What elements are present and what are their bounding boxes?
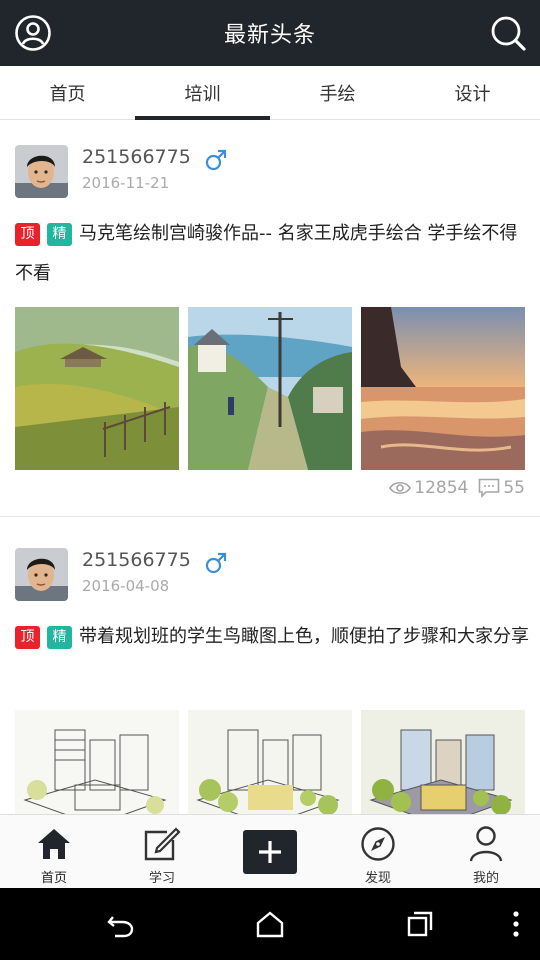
more-vertical-icon (513, 911, 519, 937)
recents-icon (407, 911, 433, 937)
avatar[interactable] (15, 145, 68, 198)
post-images (15, 307, 525, 470)
nav-study-label: 学习 (148, 871, 175, 886)
nav-home-label: 首页 (40, 871, 67, 886)
view-count: 12854 (414, 478, 469, 498)
top-badge: 顶 (15, 626, 40, 649)
username[interactable]: 251566775 (82, 549, 191, 571)
nav-home[interactable]: 首页 (0, 815, 108, 889)
feed-post[interactable]: 251566775 2016-11-21 顶精马克笔绘制宫崎骏作品-- 名家王成… (0, 120, 540, 517)
nav-discover[interactable]: 发现 (324, 815, 432, 889)
comment-count: 55 (503, 478, 525, 498)
post-title-text: 带着规划班的学生鸟瞰图上色，顺便拍了步骤和大家分享 (79, 626, 529, 647)
post-date: 2016-11-21 (82, 174, 170, 192)
system-home-icon (256, 911, 284, 938)
category-tabs: 首页 培训 手绘 设计 (0, 66, 540, 120)
nav-discover-label: 发现 (364, 871, 391, 886)
feed-post[interactable]: 251566775 2016-04-08 顶精带着规划班的学生鸟瞰图上色，顺便拍… (0, 517, 540, 814)
nav-create[interactable] (216, 815, 324, 889)
post-images (15, 710, 525, 814)
back-button[interactable] (104, 908, 136, 940)
post-title[interactable]: 顶精带着规划班的学生鸟瞰图上色，顺便拍了步骤和大家分享 (15, 617, 530, 657)
male-icon (205, 149, 227, 171)
home-icon (38, 829, 70, 859)
recents-button[interactable] (404, 908, 436, 940)
plus-icon (259, 841, 281, 863)
search-icon (491, 16, 526, 51)
hillside-street-illustration[interactable] (188, 307, 352, 470)
edit-icon (144, 827, 181, 861)
profile-icon (15, 15, 51, 51)
page-title: 最新头条 (223, 23, 316, 48)
compass-icon (361, 827, 395, 861)
app-root: 最新头条 首页 培训 手绘 设计 251566775 2016-11-21 顶 … (0, 0, 540, 960)
sunset-beach-watercolor[interactable] (361, 307, 525, 470)
bottom-nav: 首页 学习 发现 我的 (0, 814, 540, 888)
post-title[interactable]: 顶精马克笔绘制宫崎骏作品-- 名家王成虎手绘合 学手绘不得不看 (15, 214, 530, 294)
aerial-sketch-partial-color[interactable] (188, 710, 352, 814)
username[interactable]: 251566775 (82, 146, 191, 168)
countryside-field-illustration[interactable] (15, 307, 179, 470)
featured-badge: 精 (47, 626, 72, 649)
featured-badge: 精 (47, 223, 72, 246)
back-icon (107, 916, 134, 938)
tab-handdrawing[interactable]: 手绘 (270, 66, 405, 120)
post-stats: 12854 55 (389, 478, 525, 498)
news-feed[interactable]: 251566775 2016-11-21 顶精马克笔绘制宫崎骏作品-- 名家王成… (0, 120, 540, 814)
aerial-sketch-full-color[interactable] (361, 710, 525, 814)
aerial-sketch-lineart[interactable] (15, 710, 179, 814)
overflow-menu-button[interactable] (500, 908, 532, 940)
nav-mine-label: 我的 (472, 871, 499, 886)
eye-icon (389, 481, 412, 495)
system-nav-bar (0, 888, 540, 960)
top-badge: 顶 (15, 223, 40, 246)
post-date: 2016-04-08 (82, 577, 170, 595)
tab-design[interactable]: 设计 (405, 66, 540, 120)
search-button[interactable] (488, 13, 528, 53)
user-icon (469, 826, 503, 862)
top-bar: 最新头条 (0, 0, 540, 66)
profile-button[interactable] (13, 13, 53, 53)
tab-training[interactable]: 培训 (135, 66, 270, 120)
comment-icon (479, 478, 500, 498)
nav-study[interactable]: 学习 (108, 815, 216, 889)
male-icon (205, 552, 227, 574)
create-button[interactable] (243, 830, 297, 874)
avatar[interactable] (15, 548, 68, 601)
home-system-button[interactable] (254, 908, 286, 940)
tab-home[interactable]: 首页 (0, 66, 135, 120)
nav-mine[interactable]: 我的 (432, 815, 540, 889)
post-title-text: 马克笔绘制宫崎骏作品-- 名家王成虎手绘合 学手绘不得不看 (15, 223, 518, 284)
